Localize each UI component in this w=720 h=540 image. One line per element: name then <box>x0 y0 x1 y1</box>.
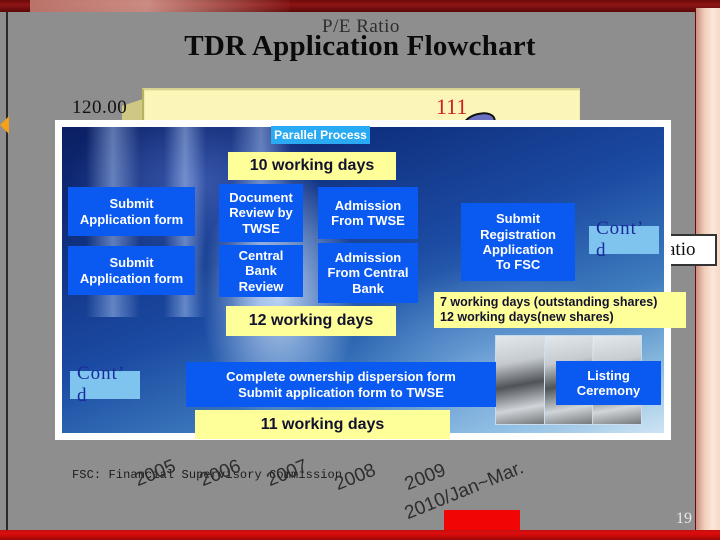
flow-box-admission-from-central-bank[interactable]: Admission From Central Bank <box>318 243 418 303</box>
page-title: TDR Application Flowchart <box>184 30 536 62</box>
background-year-label: 2007 <box>263 455 311 492</box>
continued-marker-left: Cont’ d <box>70 363 140 406</box>
side-note-line-2: 12 working days(new shares) <box>440 310 614 324</box>
flow-box-document-review-twse[interactable]: Document Review by TWSE <box>219 184 303 242</box>
duration-banner-top: 10 working days <box>228 152 396 180</box>
flow-box-submit-application-bottom[interactable]: Submit Application form <box>68 246 195 295</box>
left-border-rule <box>6 12 8 530</box>
top-decor-band-highlight <box>30 0 290 12</box>
flow-box-listing-ceremony[interactable]: Listing Ceremony <box>556 361 661 405</box>
side-note-banner: 7 working days (outstanding shares) 12 w… <box>434 292 686 328</box>
bottom-red-tab <box>444 510 520 532</box>
continued-marker-right: Cont’ d <box>589 218 659 261</box>
background-year-label: 2008 <box>331 459 379 496</box>
backdrop-photo-strip <box>495 335 546 425</box>
flow-box-submit-application-top[interactable]: Submit Application form <box>68 187 195 236</box>
background-chart-axis-value: 120.00 <box>72 97 128 118</box>
parallel-process-tag: Parallel Process <box>271 126 370 144</box>
slide-canvas: 120.00 111 atio P/E Ratio TDR Applicatio… <box>0 0 720 540</box>
side-note-line-1: 7 working days (outstanding shares) <box>440 295 658 309</box>
page-number: 19 <box>676 510 692 527</box>
flow-box-submit-registration-to-fsc[interactable]: Submit Registration Application To FSC <box>461 203 575 281</box>
flow-box-central-bank-review[interactable]: Central Bank Review <box>219 245 303 297</box>
flow-box-ownership-dispersion[interactable]: Complete ownership dispersion form Submit… <box>186 362 496 407</box>
duration-banner-middle: 12 working days <box>226 306 396 336</box>
right-decor-strip <box>696 8 720 532</box>
background-chart-data-label: 111 <box>436 94 468 119</box>
flow-box-admission-from-twse[interactable]: Admission From TWSE <box>318 187 418 239</box>
background-year-label: 2005 <box>131 455 179 492</box>
background-year-label: 2006 <box>196 455 244 492</box>
duration-banner-bottom: 11 working days <box>195 410 450 439</box>
bottom-decor-band <box>0 530 720 540</box>
left-arrow-icon <box>0 116 9 134</box>
